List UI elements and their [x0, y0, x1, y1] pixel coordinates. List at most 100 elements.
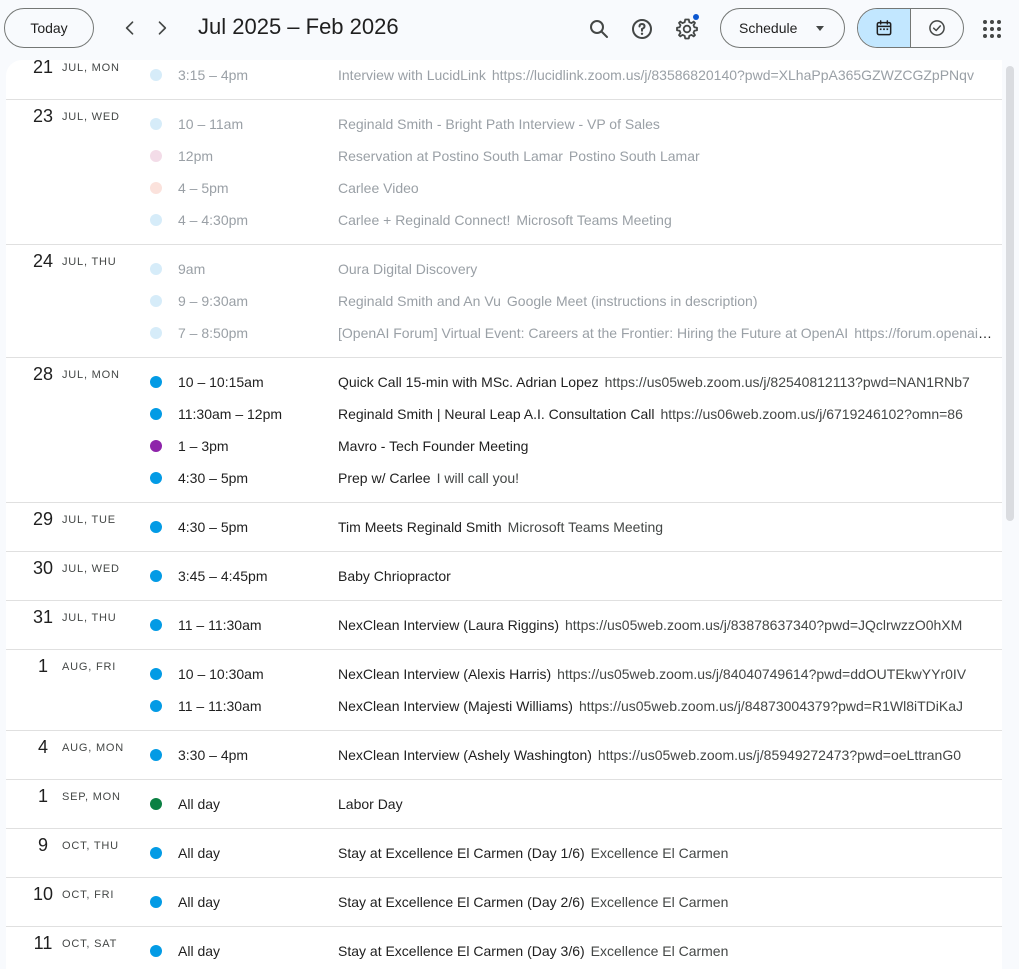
event-title: Baby Chriopractor	[338, 568, 451, 584]
day-number[interactable]: 11	[28, 933, 58, 954]
event-row[interactable]: All day Labor Day	[150, 788, 1002, 820]
day-label[interactable]: Jul, Thu	[62, 612, 116, 624]
event-row[interactable]: 4 – 5pm Carlee Video	[150, 172, 1002, 204]
day-label[interactable]: Jul, Mon	[62, 62, 120, 74]
event-row[interactable]: All day Stay at Excellence El Carmen (Day…	[150, 935, 1002, 967]
event-color-dot	[150, 182, 162, 194]
gear-icon	[676, 18, 698, 40]
event-row[interactable]: 11:30am – 12pm Reginald Smith | Neural Le…	[150, 398, 1002, 430]
day-group: 28 Jul, Mon 10 – 10:15am Quick Call 15-min …	[6, 358, 1002, 503]
day-list-container: 21 Jul, Mon 3:15 – 4pm Interview with Lucid…	[6, 60, 1002, 969]
event-location: Postino South Lamar	[568, 148, 700, 164]
event-list: All day Stay at Excellence El Carmen (Day…	[6, 935, 1002, 967]
day-number[interactable]: 1	[28, 786, 58, 807]
event-row[interactable]: All day Stay at Excellence El Carmen (Day…	[150, 837, 1002, 869]
day-group: 4 Aug, Mon 3:30 – 4pm NexClean Interview (A…	[6, 731, 1002, 780]
event-details: Labor Day	[338, 796, 994, 812]
event-details: NexClean Interview (Ashely Washington) ht…	[338, 747, 994, 763]
event-time: 11 – 11:30am	[178, 617, 262, 633]
settings-button[interactable]	[667, 9, 707, 49]
event-details: Stay at Excellence El Carmen (Day 1/6) Ex…	[338, 845, 994, 861]
day-number[interactable]: 30	[28, 558, 58, 579]
tasks-toggle-button[interactable]	[911, 9, 963, 47]
apps-button[interactable]	[972, 9, 1012, 49]
event-row[interactable]: 9 – 9:30am Reginald Smith and An Vu Google…	[150, 285, 1002, 317]
day-number[interactable]: 9	[28, 835, 58, 856]
event-color-dot	[150, 945, 162, 957]
day-label[interactable]: Oct, Thu	[62, 840, 119, 852]
day-label[interactable]: Oct, Sat	[62, 938, 117, 950]
event-time: 9 – 9:30am	[178, 293, 249, 309]
event-title: Carlee Video	[338, 180, 419, 196]
event-row[interactable]: 9am Oura Digital Discovery	[150, 253, 1002, 285]
event-time: 1 – 3pm	[178, 438, 229, 454]
event-row[interactable]: 10 – 11am Reginald Smith - Bright Path In…	[150, 108, 1002, 140]
event-color-dot	[150, 69, 162, 81]
event-row[interactable]: 11 – 11:30am NexClean Interview (Laura Ri…	[150, 609, 1002, 641]
day-label[interactable]: Jul, Thu	[62, 256, 116, 268]
day-number[interactable]: 1	[28, 656, 58, 677]
today-button[interactable]: Today	[4, 8, 94, 48]
event-list: 3:15 – 4pm Interview with LucidLink https:…	[6, 60, 1002, 91]
day-number[interactable]: 28	[28, 364, 58, 385]
day-number[interactable]: 23	[28, 106, 58, 127]
event-row[interactable]: 12pm Reservation at Postino South Lamar Po…	[150, 140, 1002, 172]
day-label[interactable]: Aug, Fri	[62, 661, 116, 673]
day-label[interactable]: Aug, Mon	[62, 742, 124, 754]
event-time: 4:30 – 5pm	[178, 519, 249, 535]
event-row[interactable]: 7 – 8:50pm [OpenAI Forum] Virtual Event: …	[150, 317, 1002, 349]
event-row[interactable]: 4:30 – 5pm Tim Meets Reginald Smith Micros…	[150, 511, 1002, 543]
calendar-icon	[876, 20, 892, 36]
day-number[interactable]: 24	[28, 251, 58, 272]
event-row[interactable]: 10 – 10:30am NexClean Interview (Alexis H…	[150, 658, 1002, 690]
event-details: Prep w/ Carlee I will call you!	[338, 470, 994, 486]
day-group: 9 Oct, Thu All day Stay at Excellence El Ca…	[6, 829, 1002, 878]
event-title: Carlee + Reginald Connect!	[338, 212, 511, 228]
event-time: 7 – 8:50pm	[178, 325, 249, 341]
event-title: Reservation at Postino South Lamar	[338, 148, 563, 164]
calendar-toggle-button[interactable]	[858, 9, 911, 47]
chevron-right-icon	[158, 21, 167, 35]
day-label[interactable]: Sep, Mon	[62, 791, 121, 803]
event-row[interactable]: 3:15 – 4pm Interview with LucidLink https:…	[150, 60, 1002, 91]
help-button[interactable]	[622, 9, 662, 49]
day-number[interactable]: 29	[28, 509, 58, 530]
event-row[interactable]: 3:45 – 4:45pm Baby Chriopractor	[150, 560, 1002, 592]
event-details: Tim Meets Reginald Smith Microsoft Teams …	[338, 519, 994, 535]
day-number[interactable]: 4	[28, 737, 58, 758]
next-button[interactable]	[146, 12, 178, 44]
scrollbar-thumb[interactable]	[1006, 66, 1014, 521]
event-location: Excellence El Carmen	[590, 845, 729, 861]
event-color-dot	[150, 327, 162, 339]
event-color-dot	[150, 798, 162, 810]
day-label[interactable]: Jul, Wed	[62, 563, 120, 575]
event-row[interactable]: 1 – 3pm Mavro - Tech Founder Meeting	[150, 430, 1002, 462]
event-time: 3:30 – 4pm	[178, 747, 249, 763]
event-row[interactable]: 11 – 11:30am NexClean Interview (Majesti …	[150, 690, 1002, 722]
previous-button[interactable]	[114, 12, 146, 44]
event-row[interactable]: 10 – 10:15am Quick Call 15-min with MSc. …	[150, 366, 1002, 398]
search-button[interactable]	[579, 9, 619, 49]
event-row[interactable]: All day Stay at Excellence El Carmen (Day…	[150, 886, 1002, 918]
event-time: 3:45 – 4:45pm	[178, 568, 268, 584]
day-label[interactable]: Oct, Fri	[62, 889, 114, 901]
event-time: 3:15 – 4pm	[178, 67, 249, 83]
day-label[interactable]: Jul, Tue	[62, 514, 116, 526]
day-label[interactable]: Jul, Mon	[62, 369, 120, 381]
view-switcher-dropdown[interactable]: Schedule	[720, 8, 845, 48]
event-list: 3:45 – 4:45pm Baby Chriopractor	[6, 560, 1002, 592]
day-group: 29 Jul, Tue 4:30 – 5pm Tim Meets Reginald S…	[6, 503, 1002, 552]
day-number[interactable]: 31	[28, 607, 58, 628]
event-row[interactable]: 4 – 4:30pm Carlee + Reginald Connect! Micr…	[150, 204, 1002, 236]
event-time: 4 – 4:30pm	[178, 212, 249, 228]
event-row[interactable]: 3:30 – 4pm NexClean Interview (Ashely Was…	[150, 739, 1002, 771]
event-location: Google Meet (instructions in description…	[506, 293, 758, 309]
event-details: Carlee Video	[338, 180, 994, 196]
date-range-title: Jul 2025 – Feb 2026	[198, 14, 399, 39]
day-number[interactable]: 10	[28, 884, 58, 905]
day-number[interactable]: 21	[28, 60, 58, 78]
event-color-dot	[150, 118, 162, 130]
event-row[interactable]: 4:30 – 5pm Prep w/ Carlee I will call you!	[150, 462, 1002, 494]
event-list: 10 – 10:30am NexClean Interview (Alexis H…	[6, 658, 1002, 722]
day-label[interactable]: Jul, Wed	[62, 111, 120, 123]
